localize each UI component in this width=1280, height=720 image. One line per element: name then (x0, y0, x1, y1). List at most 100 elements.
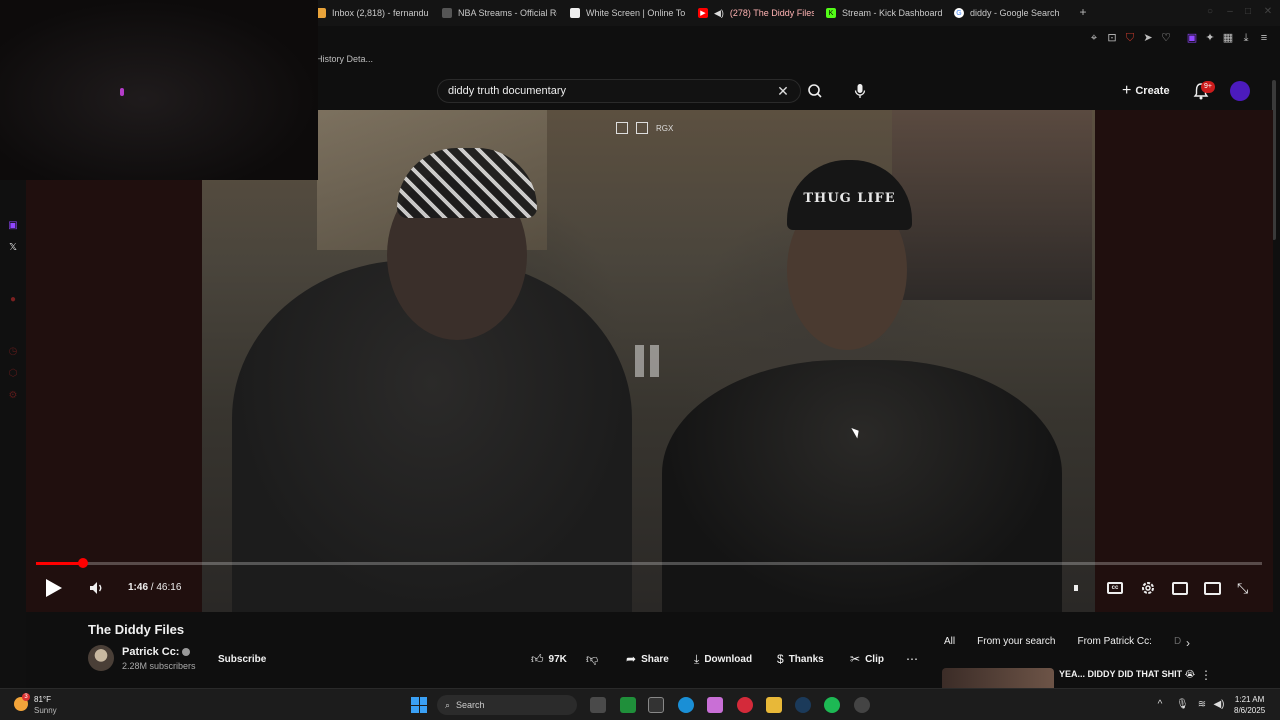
related-video-thumbnail[interactable] (942, 668, 1054, 688)
thanks-icon: $ (777, 652, 784, 666)
search-query: diddy truth documentary (448, 85, 567, 97)
pause-overlay-icon (635, 345, 661, 377)
captions-icon[interactable]: cc (1107, 582, 1123, 594)
search-input[interactable]: diddy truth documentary (437, 79, 801, 103)
subscribe-button[interactable]: Subscribe (210, 648, 274, 670)
profile-icon[interactable]: ▦ (1221, 31, 1235, 45)
progress-scrubber[interactable] (77, 558, 88, 568)
microphone-icon[interactable] (853, 83, 867, 99)
more-horizontal-icon: ⋯ (906, 652, 918, 666)
chip-all[interactable]: All (944, 636, 955, 647)
more-actions-button[interactable]: ⋯ (906, 648, 918, 670)
record-icon[interactable]: ● (7, 294, 19, 306)
search-tabs-icon[interactable]: ○ (1204, 6, 1216, 18)
tab-google-search[interactable]: G diddy - Google Search (954, 4, 1064, 22)
volume-icon[interactable] (88, 579, 106, 597)
chip-from-search[interactable]: From your search (977, 636, 1055, 647)
fullscreen-icon[interactable]: ⤡ (1237, 580, 1253, 596)
settings-gear-icon[interactable] (1140, 580, 1156, 596)
crop-icon[interactable]: ⊡ (1105, 31, 1119, 45)
settings-icon[interactable]: ⚙ (7, 390, 19, 402)
wifi-icon[interactable]: ≋ (1196, 699, 1208, 711)
pin-icon[interactable]: ⌖ (1087, 31, 1101, 45)
account-avatar[interactable] (1230, 81, 1250, 101)
taskbar-search[interactable]: ⌕ Search (437, 695, 577, 715)
webcam-overlay (0, 0, 318, 180)
download-button[interactable]: ⤓ Download (694, 648, 752, 670)
browser-sidebar: ▣ 𝕏 ● ◷ ⬡ ⚙ (0, 180, 26, 688)
shield-icon[interactable]: ⛉ (1123, 31, 1137, 45)
send-icon[interactable]: ➤ (1141, 31, 1155, 45)
verified-icon (182, 648, 191, 657)
thanks-button[interactable]: $ Thanks (777, 648, 824, 670)
play-button[interactable] (46, 579, 62, 597)
chip-from-channel[interactable]: From Patrick Cc: (1077, 636, 1151, 647)
wall-poster (892, 110, 1092, 300)
clock[interactable]: 1:21 AM 8/6/2025 (1234, 694, 1265, 716)
popout-icon[interactable] (616, 122, 628, 134)
speaker-icon: ◀) (714, 7, 724, 18)
maximize-icon[interactable]: □ (1242, 6, 1254, 18)
scissors-icon: ✂ (850, 652, 861, 666)
miniplayer-icon[interactable] (1172, 582, 1188, 595)
google-icon: G (954, 8, 964, 18)
x-icon[interactable]: 𝕏 (7, 242, 19, 254)
tab-inbox[interactable]: Inbox (2,818) - fernanduk (316, 4, 428, 22)
cube-icon[interactable]: ⬡ (7, 368, 19, 380)
video-player[interactable]: THUG LIFE RGX (202, 110, 1273, 612)
screen-icon (570, 8, 580, 18)
theater-mode-icon[interactable] (1204, 582, 1221, 595)
progress-bar[interactable] (36, 558, 1262, 568)
twitch-icon[interactable]: ▣ (7, 220, 19, 232)
tab-label: White Screen | Online To (586, 8, 685, 18)
clear-search-icon[interactable]: ✕ (776, 83, 790, 99)
like-button[interactable]: 👍︎ 97K (531, 648, 567, 670)
volume-tray-icon[interactable]: ◀) (1213, 699, 1225, 711)
tab-nba-streams[interactable]: NBA Streams - Official Re (442, 4, 557, 22)
clip-button[interactable]: ✂ Clip (850, 648, 884, 670)
channel-name[interactable]: Patrick Cc: (122, 646, 191, 658)
tab-white-screen[interactable]: White Screen | Online To (570, 4, 685, 22)
autoplay-toggle-icon[interactable] (1074, 580, 1082, 596)
spotify-icon[interactable] (824, 697, 840, 713)
share-button[interactable]: ➦ Share (626, 648, 669, 670)
task-view-icon[interactable] (590, 697, 606, 713)
obs-icon[interactable] (854, 697, 870, 713)
more-vertical-icon[interactable]: ⋮ (1200, 668, 1212, 682)
chevron-right-icon[interactable]: › (1186, 636, 1190, 650)
tab-kick-dashboard[interactable]: K Stream - Kick Dashboard (826, 4, 942, 22)
chat-app-icon[interactable] (620, 697, 636, 713)
file-explorer-icon[interactable] (766, 697, 782, 713)
minimize-icon[interactable]: – (1224, 6, 1236, 18)
windows-start-icon[interactable] (411, 697, 427, 713)
tab-diddy-files[interactable]: ▶ ◀) (278) The Diddy Files (698, 4, 814, 22)
related-video-title[interactable]: YEA... DIDDY DID THAT SHIT 😭 (1059, 669, 1195, 680)
dislike-button[interactable]: 👎︎ (586, 648, 598, 670)
steam-icon[interactable] (795, 697, 811, 713)
opera-icon[interactable] (737, 697, 753, 713)
copilot-icon[interactable] (707, 697, 723, 713)
progress-played (36, 562, 83, 565)
close-window-icon[interactable]: ✕ (1262, 6, 1274, 18)
menu-icon[interactable]: ≡ (1257, 31, 1271, 45)
weather-temperature[interactable]: 81°F (34, 695, 51, 704)
enter-icon[interactable] (636, 122, 648, 134)
weather-condition[interactable]: Sunny (34, 706, 57, 715)
create-button[interactable]: + Create (1122, 80, 1170, 102)
create-label: Create (1135, 85, 1170, 97)
tray-chevron-up-icon[interactable]: ^ (1154, 699, 1166, 711)
download-icon[interactable]: ⤓ (1239, 31, 1253, 45)
edge-icon[interactable] (678, 697, 694, 713)
person-right (662, 360, 1062, 612)
mic-tray-icon[interactable]: 🎙︎ (1176, 699, 1189, 711)
new-tab-button[interactable]: + (1076, 5, 1090, 19)
history-icon[interactable]: ◷ (7, 346, 19, 358)
channel-avatar[interactable] (88, 645, 114, 671)
chip-truncated[interactable]: D (1174, 636, 1181, 647)
twitch-icon[interactable]: ▣ (1185, 31, 1199, 45)
epic-games-icon[interactable] (648, 697, 664, 713)
extensions-icon[interactable]: ✦ (1203, 31, 1217, 45)
heart-icon[interactable]: ♡ (1159, 31, 1173, 45)
search-icon[interactable] (806, 83, 824, 99)
bookmark-history[interactable]: History Deta... (316, 54, 373, 64)
